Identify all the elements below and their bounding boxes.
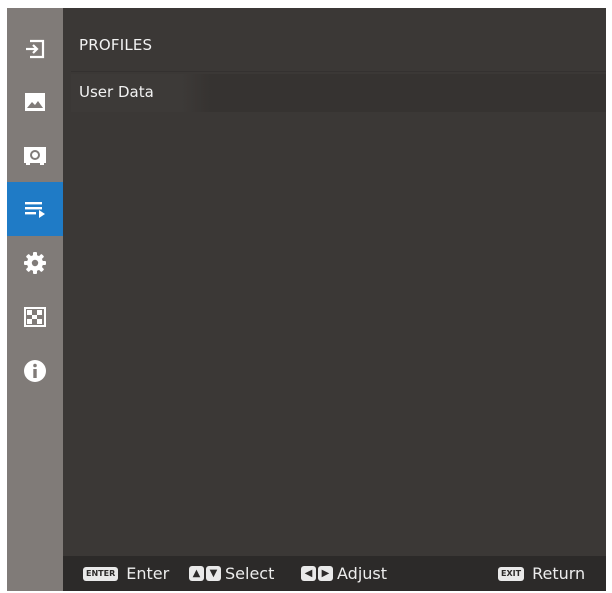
- display-icon: [24, 147, 46, 165]
- hint-select: ▲ ▼ Select: [189, 564, 274, 583]
- hint-return-label: Return: [532, 564, 586, 583]
- hint-select-label: Select: [225, 564, 275, 583]
- sidebar-item-input[interactable]: [7, 22, 63, 76]
- info-icon: [24, 360, 46, 382]
- osd-menu-window: PROFILES User Data ENTER Enter ▲ ▼ Selec…: [7, 8, 606, 591]
- sidebar-item-profiles[interactable]: [7, 182, 63, 236]
- hint-enter-label: Enter: [126, 564, 170, 583]
- down-arrow-key-icon: ▼: [206, 566, 221, 581]
- footer-hint-bar: ENTER Enter ▲ ▼ Select ◀ ▶ Adjust EXIT R…: [63, 556, 606, 591]
- sidebar: [7, 8, 63, 591]
- hint-return: EXIT Return: [498, 564, 585, 583]
- menu-title: PROFILES: [79, 36, 153, 54]
- menu-item-label: User Data: [79, 83, 154, 101]
- sidebar-item-settings[interactable]: [7, 236, 63, 290]
- sidebar-item-information[interactable]: [7, 344, 63, 398]
- settings-icon: [24, 252, 46, 274]
- hint-adjust: ◀ ▶ Adjust: [301, 564, 387, 583]
- menu-item-user-data[interactable]: User Data: [71, 74, 606, 112]
- sidebar-item-pattern[interactable]: [7, 290, 63, 344]
- hint-adjust-label: Adjust: [337, 564, 388, 583]
- picture-icon: [25, 93, 45, 111]
- up-arrow-key-icon: ▲: [189, 566, 204, 581]
- left-arrow-key-icon: ◀: [301, 566, 316, 581]
- menu-panel: PROFILES User Data: [63, 8, 606, 558]
- title-divider: [71, 71, 606, 72]
- sidebar-item-display[interactable]: [7, 128, 63, 182]
- enter-key-icon: ENTER: [83, 566, 119, 581]
- profiles-icon: [25, 202, 45, 218]
- pattern-icon: [24, 307, 46, 327]
- sidebar-item-picture[interactable]: [7, 75, 63, 129]
- right-arrow-key-icon: ▶: [318, 566, 333, 581]
- hint-enter: ENTER Enter: [83, 564, 169, 583]
- exit-key-icon: EXIT: [498, 566, 525, 581]
- input-icon: [26, 39, 45, 59]
